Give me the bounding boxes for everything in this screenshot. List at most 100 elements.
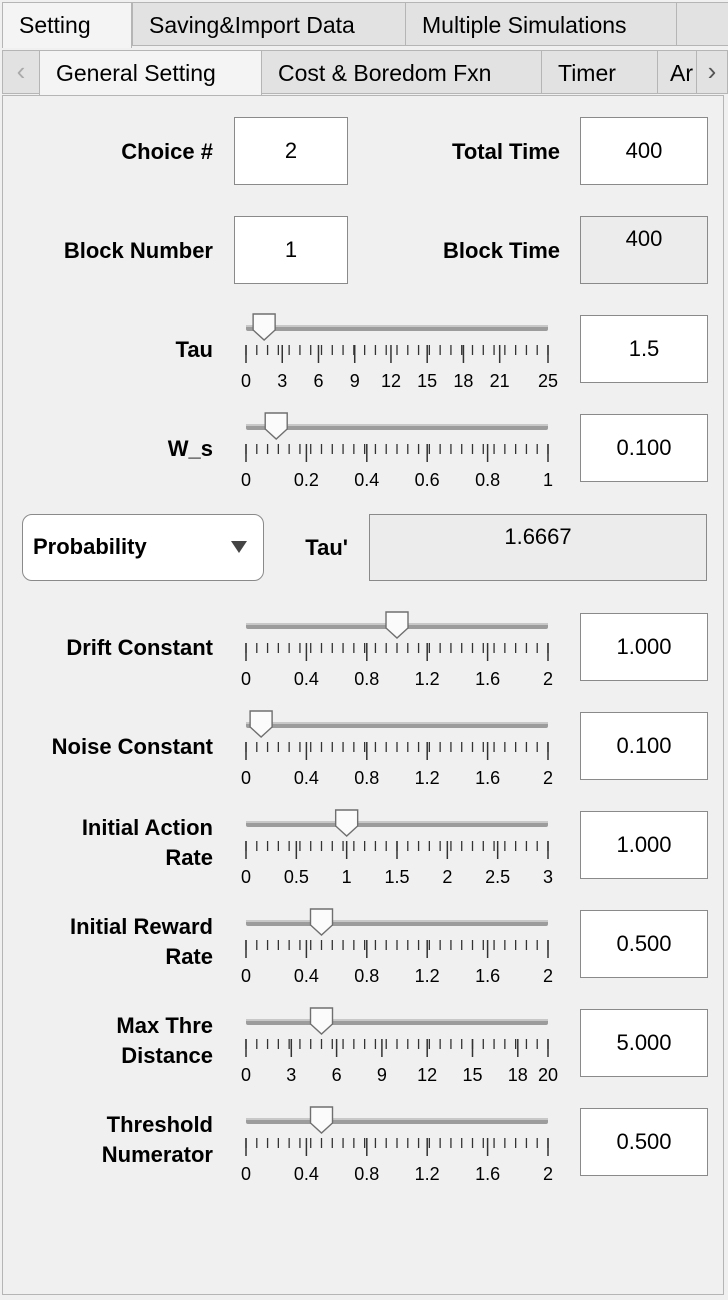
sub-tab-bar: ‹ General Setting Cost & Boredom Fxn Tim… xyxy=(0,48,728,96)
slider-tick-label: 15 xyxy=(462,1065,482,1085)
slider-tick-label: 1.2 xyxy=(415,768,440,788)
slider-tick-label: 0.8 xyxy=(354,966,379,986)
thresh-value-input[interactable]: 0.500 xyxy=(580,1108,708,1176)
slider-tick-label: 0.8 xyxy=(354,1164,379,1184)
slider-tick-label: 0 xyxy=(241,867,251,887)
reward-label-line: Initial Reward xyxy=(69,914,213,939)
tab-scroll-right-icon[interactable]: › xyxy=(696,50,728,94)
distribution-dropdown[interactable]: Probability xyxy=(22,514,264,581)
slider-track-highlight xyxy=(246,821,548,823)
drift-label: Drift Constant xyxy=(10,633,213,663)
slider-tick-label: 3 xyxy=(286,1065,296,1085)
slider-tick-label: 0.4 xyxy=(294,768,319,788)
slider-tick-label: 1.6 xyxy=(475,966,500,986)
maxthre-value-input[interactable]: 5.000 xyxy=(580,1009,708,1077)
slider-tick-label: 0.8 xyxy=(354,669,379,689)
slider-tick-label: 6 xyxy=(313,371,323,391)
action-label-line: Rate xyxy=(165,845,213,870)
total-time-label: Total Time xyxy=(452,139,560,164)
tab-overflow-truncated[interactable]: Ar xyxy=(657,50,697,94)
action-value-input[interactable]: 1.000 xyxy=(580,811,708,879)
tab-saving-import-data[interactable]: Saving&Import Data xyxy=(132,2,406,46)
maxthre-label: Max Thre Distance xyxy=(10,1011,213,1071)
noise-slider[interactable]: 0 0.4 0.8 1.2 1.6 2 xyxy=(236,708,566,788)
maxthre-slider[interactable]: 0 3 6 9 12 15 18 20 xyxy=(236,1005,566,1085)
slider-tick-label: 0.4 xyxy=(294,1164,319,1184)
slider-tick-label: 1 xyxy=(543,470,553,490)
slider-tick-label: 1.2 xyxy=(415,966,440,986)
drift-slider[interactable]: 0 0.4 0.8 1.2 1.6 2 xyxy=(236,609,566,689)
slider-tick-label: 0.8 xyxy=(475,470,500,490)
tab-cost-boredom-fxn[interactable]: Cost & Boredom Fxn xyxy=(261,50,542,94)
block-time-display: 400 xyxy=(580,216,708,284)
slider-tick-label: 9 xyxy=(377,1065,387,1085)
slider-tick-label: 0 xyxy=(241,768,251,788)
slider-thumb[interactable] xyxy=(309,908,334,936)
choice-label: Choice # xyxy=(121,139,213,164)
slider-tick-label: 2 xyxy=(543,768,553,788)
tab-multiple-simulations[interactable]: Multiple Simulations xyxy=(405,2,677,46)
slider-thumb[interactable] xyxy=(252,313,276,341)
slider-tick-label: 1 xyxy=(342,867,352,887)
tau-prime-label: Tau' xyxy=(305,535,348,560)
action-label: Initial Action Rate xyxy=(10,813,213,873)
top-tab-bar: Setting Saving&Import Data Multiple Simu… xyxy=(0,0,728,48)
ws-label: W_s xyxy=(10,434,213,464)
slider-track-highlight xyxy=(246,424,548,426)
thresh-label: Threshold Numerator xyxy=(10,1110,213,1170)
tab-timer[interactable]: Timer xyxy=(541,50,658,94)
slider-tick-label: 0 xyxy=(241,1164,251,1184)
slider-thumb[interactable] xyxy=(309,1106,334,1134)
slider-tick-label: 0.8 xyxy=(354,768,379,788)
slider-tick-label: 3 xyxy=(543,867,553,887)
tau-value-input[interactable]: 1.5 xyxy=(580,315,708,383)
dropdown-value: Probability xyxy=(33,534,147,559)
slider-tick-label: 20 xyxy=(538,1065,558,1085)
slider-thumb[interactable] xyxy=(264,412,288,440)
thresh-slider[interactable]: 0 0.4 0.8 1.2 1.6 2 xyxy=(236,1104,566,1184)
tab-overflow[interactable] xyxy=(676,2,728,46)
slider-tick-label: 0.5 xyxy=(284,867,309,887)
reward-slider[interactable]: 0 0.4 0.8 1.2 1.6 2 xyxy=(236,906,566,986)
slider-thumb[interactable] xyxy=(334,809,359,837)
slider-tick-label: 1.6 xyxy=(475,768,500,788)
ws-value-input[interactable]: 0.100 xyxy=(580,414,708,482)
slider-tick-label: 2.5 xyxy=(485,867,510,887)
choice-input[interactable]: 2 xyxy=(234,117,348,185)
block-number-input[interactable]: 1 xyxy=(234,216,348,284)
slider-track-highlight xyxy=(246,1019,548,1021)
reward-label: Initial Reward Rate xyxy=(10,912,213,972)
slider-tick-label: 2 xyxy=(543,669,553,689)
drift-value-input[interactable]: 1.000 xyxy=(580,613,708,681)
action-label-line: Initial Action xyxy=(81,815,213,840)
slider-thumb[interactable] xyxy=(249,710,273,738)
slider-tick-label: 9 xyxy=(350,371,360,391)
action-slider[interactable]: 0 0.5 1 1.5 2 2.5 3 xyxy=(236,807,566,887)
slider-tick-label: 0 xyxy=(241,669,251,689)
drift-label-line: Drift Constant xyxy=(66,635,213,660)
tab-scroll-left-icon[interactable]: ‹ xyxy=(2,50,40,94)
block-number-label: Block Number xyxy=(63,238,213,263)
slider-tick-label: 0.4 xyxy=(294,966,319,986)
chevron-down-icon xyxy=(231,541,247,553)
ws-slider[interactable]: 0 0.2 0.4 0.6 0.8 1 xyxy=(236,410,566,490)
maxthre-label-line: Max Thre xyxy=(116,1013,213,1038)
tab-general-setting[interactable]: General Setting xyxy=(39,50,262,96)
slider-tick-label: 0.4 xyxy=(354,470,379,490)
slider-thumb[interactable] xyxy=(309,1007,334,1035)
tab-setting[interactable]: Setting xyxy=(2,2,132,48)
slider-thumb[interactable] xyxy=(385,611,409,639)
slider-tick-label: 25 xyxy=(538,371,558,391)
noise-value-input[interactable]: 0.100 xyxy=(580,712,708,780)
slider-tick-label: 15 xyxy=(417,371,437,391)
slider-tick-label: 1.5 xyxy=(384,867,409,887)
slider-track-highlight xyxy=(246,722,548,724)
slider-tick-label: 2 xyxy=(543,966,553,986)
slider-tick-label: 2 xyxy=(442,867,452,887)
slider-tick-label: 1.6 xyxy=(475,1164,500,1184)
reward-value-input[interactable]: 0.500 xyxy=(580,910,708,978)
slider-tick-label: 0 xyxy=(241,966,251,986)
tau-slider[interactable]: 0 3 6 9 12 15 18 21 25 xyxy=(236,311,566,391)
slider-tick-label: 0 xyxy=(241,470,251,490)
total-time-input[interactable]: 400 xyxy=(580,117,708,185)
